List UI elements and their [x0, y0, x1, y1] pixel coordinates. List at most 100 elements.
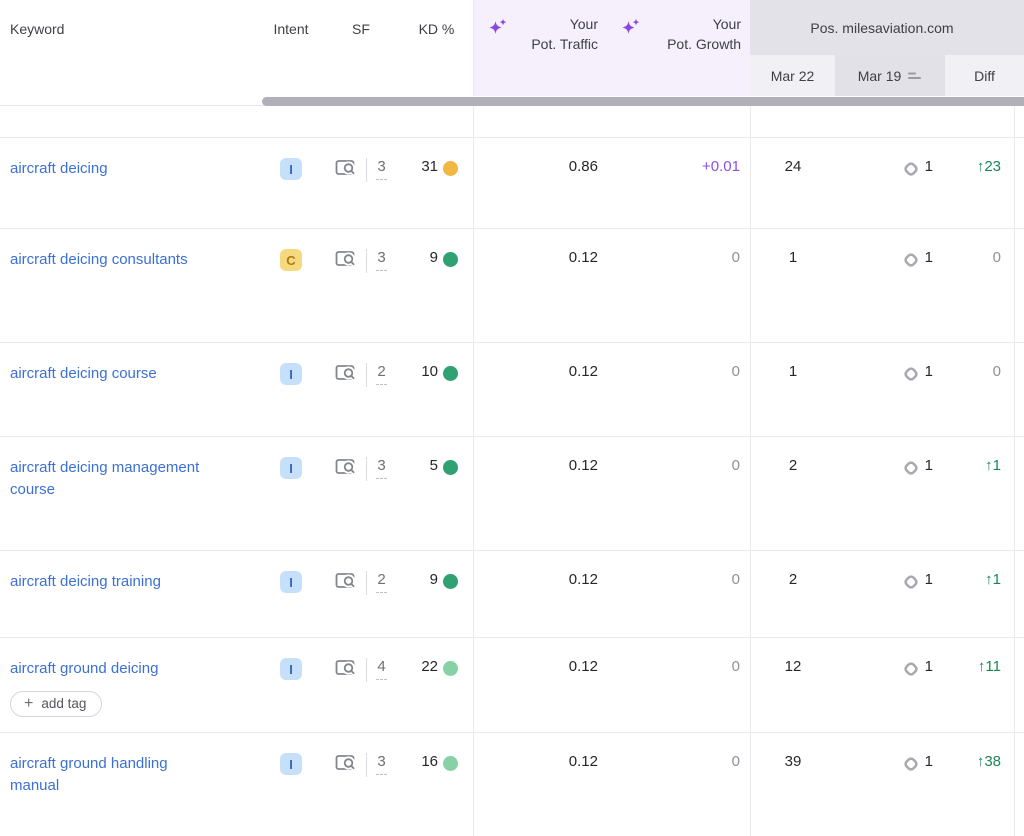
horizontal-scrollbar[interactable]: [0, 96, 1024, 106]
keyword-link[interactable]: aircraft ground handling manual: [10, 753, 208, 797]
serp-features-cell[interactable]: 4: [322, 638, 400, 732]
intent-cell: I: [260, 638, 322, 732]
table-row: aircraft deicing course I 2 10: [0, 343, 1024, 437]
diff-value: ↑1: [985, 457, 1001, 474]
pot-traffic-cell: 0.12: [473, 638, 612, 732]
next-column-edge: [1014, 733, 1024, 836]
pos-mar22-cell: 1: [750, 229, 835, 342]
intent-cell: I: [260, 437, 322, 550]
keyword-link[interactable]: aircraft deicing consultants: [10, 249, 188, 271]
intent-cell: I: [260, 551, 322, 637]
divider: [366, 249, 367, 273]
positions-domain-label: Pos. milesaviation.com: [750, 0, 1014, 55]
sf-count[interactable]: 3: [376, 249, 386, 271]
sf-count[interactable]: 2: [376, 571, 386, 593]
column-header-pot-traffic[interactable]: Your Pot. Traffic: [473, 0, 612, 96]
serp-features-icon: [335, 458, 357, 481]
serp-features-cell[interactable]: 3: [322, 733, 400, 836]
kd-value: 5: [430, 457, 438, 550]
kd-difficulty-dot: [443, 366, 458, 381]
sf-count[interactable]: 3: [376, 457, 386, 479]
intent-badge: I: [280, 658, 302, 680]
pot-growth-cell: 0: [612, 551, 750, 637]
pos-mar19-value: 1: [925, 158, 933, 228]
keyword-link[interactable]: aircraft deicing training: [10, 571, 161, 593]
intent-badge: I: [280, 571, 302, 593]
kd-value: 16: [421, 753, 438, 836]
kd-value: 9: [430, 249, 438, 342]
kd-difficulty-dot: [443, 161, 458, 176]
serp-features-icon: [335, 159, 357, 182]
serp-features-icon: [335, 250, 357, 273]
keyword-cell: aircraft deicing training: [0, 551, 260, 637]
column-header-diff[interactable]: Diff: [945, 55, 1024, 96]
kd-difficulty-dot: [443, 661, 458, 676]
pot-growth-value: 0: [732, 457, 740, 474]
next-column-edge: [1014, 343, 1024, 436]
keyword-link[interactable]: aircraft deicing management course: [10, 457, 208, 501]
sort-descending-icon: [908, 68, 922, 84]
intent-cell: C: [260, 229, 322, 342]
horizontal-scrollbar-thumb[interactable]: [262, 97, 1024, 106]
diff-cell: ↑23: [945, 138, 1014, 228]
pot-traffic-value: 0.12: [569, 753, 598, 770]
column-group-positions: Pos. milesaviation.com Mar 22 Mar 19 Dif…: [750, 0, 1024, 96]
serp-features-icon: [335, 572, 357, 595]
table-row-partial: [0, 106, 1024, 138]
keyword-cell: aircraft ground handling manual: [0, 733, 260, 836]
keyword-cell: aircraft ground deicing + add tag: [0, 638, 260, 732]
next-column-edge: [1014, 551, 1024, 637]
column-header-pot-growth[interactable]: Your Pot. Growth: [612, 0, 750, 96]
serp-features-cell[interactable]: 3: [322, 138, 400, 228]
kd-difficulty-dot: [443, 756, 458, 771]
serp-features-cell[interactable]: 3: [322, 437, 400, 550]
serp-features-cell[interactable]: 3: [322, 229, 400, 342]
pot-traffic-cell: 0.12: [473, 343, 612, 436]
keyword-link[interactable]: aircraft deicing: [10, 158, 108, 180]
intent-badge: C: [280, 249, 302, 271]
column-header-mar19[interactable]: Mar 19: [835, 55, 945, 96]
column-header-kd[interactable]: KD %: [400, 0, 473, 96]
serp-features-icon: [335, 754, 357, 777]
pos-mar22-cell: 2: [750, 551, 835, 637]
pot-growth-value: 0: [732, 249, 740, 266]
column-header-mar22[interactable]: Mar 22: [750, 55, 835, 96]
pot-traffic-value: 0.12: [569, 363, 598, 380]
pos-mar19-cell: 1: [835, 138, 945, 228]
intent-cell: I: [260, 343, 322, 436]
serp-features-cell[interactable]: 2: [322, 551, 400, 637]
pot-growth-value: 0: [732, 571, 740, 588]
table-row: aircraft deicing training I 2 9: [0, 551, 1024, 638]
table-row: aircraft ground deicing + add tag I: [0, 638, 1024, 733]
ai-sparkle-icon: [488, 18, 508, 41]
sf-count[interactable]: 3: [376, 753, 386, 775]
pot-growth-cell: 0: [612, 343, 750, 436]
kd-difficulty-dot: [443, 460, 458, 475]
column-header-keyword[interactable]: Keyword: [0, 0, 260, 96]
plus-icon: +: [24, 697, 33, 711]
kd-difficulty-dot: [443, 574, 458, 589]
keyword-link[interactable]: aircraft deicing course: [10, 363, 157, 385]
add-tag-button[interactable]: + add tag: [10, 691, 102, 717]
sf-count[interactable]: 4: [376, 658, 386, 680]
pot-traffic-cell: 0.12: [473, 229, 612, 342]
local-pack-feature-icon: [901, 659, 921, 732]
next-column-edge: [1014, 638, 1024, 732]
intent-cell: I: [260, 138, 322, 228]
sf-count[interactable]: 2: [376, 363, 386, 385]
serp-features-cell[interactable]: 2: [322, 343, 400, 436]
next-column-edge: [1014, 437, 1024, 550]
sf-count[interactable]: 3: [376, 158, 386, 180]
diff-value: 0: [993, 363, 1001, 380]
keyword-cell: aircraft deicing consultants: [0, 229, 260, 342]
kd-cell: 16: [400, 733, 473, 836]
intent-badge: I: [280, 457, 302, 479]
next-column-edge: [1014, 229, 1024, 342]
pot-traffic-value: 0.12: [569, 571, 598, 588]
intent-badge: I: [280, 158, 302, 180]
column-header-intent[interactable]: Intent: [260, 0, 322, 96]
pot-traffic-cell: 0.86: [473, 138, 612, 228]
column-header-sf[interactable]: SF: [322, 0, 400, 96]
pot-growth-value: 0: [732, 658, 740, 675]
keyword-link[interactable]: aircraft ground deicing: [10, 658, 158, 680]
